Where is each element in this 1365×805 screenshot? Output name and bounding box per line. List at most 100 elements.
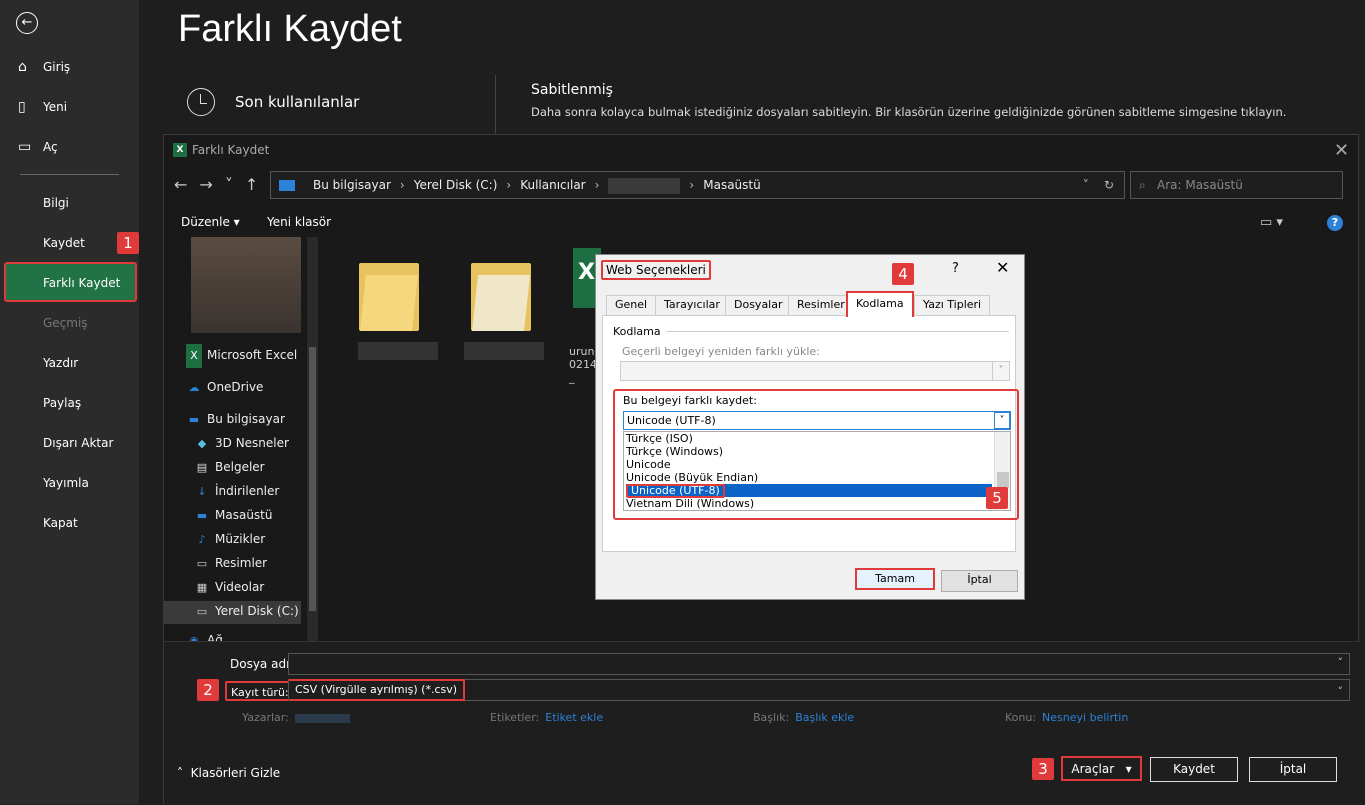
address-bar[interactable]: Bu bilgisayar › Yerel Disk (C:) › Kullanıcıl… xyxy=(270,171,1125,199)
backstage-nav: ← ⌂ Giriş ▯ Yeni ▭ Aç Bilgi Kaydet 1 Farklı… xyxy=(0,0,139,804)
tree-3d-objects[interactable]: ◆ 3D Nesneler xyxy=(194,431,289,455)
navigation-arrows[interactable]: ←→˅↑ xyxy=(174,175,270,194)
search-icon: ⌕ xyxy=(1139,178,1146,192)
list-item[interactable]: Unicode (Büyük Endian) xyxy=(626,471,992,484)
nav-info[interactable]: Bilgi xyxy=(0,186,139,220)
help-button[interactable]: ? xyxy=(952,261,959,276)
open-folder-icon: ▭ xyxy=(18,139,32,155)
chevron-down-icon: ˅ xyxy=(992,362,1009,380)
close-icon[interactable]: ✕ xyxy=(996,258,1009,277)
tab-encoding[interactable]: Kodlama xyxy=(846,291,914,317)
pinned-description: Daha sonra kolayca bulmak istediğiniz do… xyxy=(531,105,1287,119)
picture-icon: ▭ xyxy=(196,557,208,570)
nav-print[interactable]: Yazdır xyxy=(0,346,139,380)
chevron-down-icon[interactable]: ˅ xyxy=(994,412,1010,429)
nav-save-as[interactable]: Farklı Kaydet xyxy=(0,266,139,300)
list-item-selected[interactable]: Unicode (UTF-8) xyxy=(626,484,992,498)
ok-button[interactable]: Tamam xyxy=(855,568,935,590)
encoding-list[interactable]: Türkçe (ISO) Türkçe (Windows) Unicode Un… xyxy=(623,431,1011,511)
chevron-down-icon[interactable]: ˅ xyxy=(1338,682,1344,702)
organize-button[interactable]: Düzenle ▾ xyxy=(181,215,240,229)
save-as-label: Bu belgeyi farklı kaydet: xyxy=(623,394,757,407)
chevron-down-icon[interactable]: ˅ xyxy=(1338,656,1344,669)
tree-downloads[interactable]: ↓ İndirilenler xyxy=(194,479,279,503)
pinned-title: Sabitlenmiş xyxy=(531,82,613,98)
list-item[interactable]: Vietnam Dili (Windows) xyxy=(626,497,992,510)
tree-local-disk[interactable]: ▭ Yerel Disk (C:) xyxy=(194,599,299,623)
nav-open[interactable]: ▭ Aç xyxy=(0,130,139,164)
excel-icon: X xyxy=(186,344,202,368)
reload-label: Geçerli belgeyi yeniden farklı yükle: xyxy=(622,345,820,358)
web-options-dialog: Web Seçenekleri 4 ? ✕ Genel Tarayıcılar … xyxy=(595,254,1025,600)
back-arrow-icon[interactable]: ← xyxy=(16,12,38,34)
crumb-desktop[interactable]: Masaüstü xyxy=(703,178,760,192)
video-icon: ▦ xyxy=(196,581,208,594)
close-icon[interactable]: ✕ xyxy=(1334,140,1349,161)
nav-close[interactable]: Kapat xyxy=(0,506,139,540)
nav-export[interactable]: Dışarı Aktar xyxy=(0,426,139,460)
help-icon[interactable]: ? xyxy=(1327,215,1343,231)
redacted-author xyxy=(294,713,350,723)
cancel-button[interactable]: İptal xyxy=(941,570,1018,592)
meta-authors[interactable]: Yazarlar: xyxy=(242,711,350,724)
nav-publish[interactable]: Yayımla xyxy=(0,466,139,500)
tab-browsers[interactable]: Tarayıcılar xyxy=(655,295,729,315)
tree-videos[interactable]: ▦ Videolar xyxy=(194,575,264,599)
tab-fonts[interactable]: Yazı Tipleri xyxy=(914,295,991,315)
list-item[interactable]: Unicode xyxy=(626,458,992,471)
cloud-icon: ☁ xyxy=(188,381,200,394)
download-icon: ↓ xyxy=(197,485,207,498)
new-folder-button[interactable]: Yeni klasör xyxy=(267,215,331,229)
document-icon: ▤ xyxy=(196,461,208,474)
crumb-this-pc[interactable]: Bu bilgisayar xyxy=(313,178,391,192)
save-button[interactable]: Kaydet xyxy=(1150,757,1238,782)
folder-item[interactable] xyxy=(359,253,419,331)
nav-home[interactable]: ⌂ Giriş xyxy=(0,50,139,84)
tree-onedrive[interactable]: ☁ OneDrive xyxy=(186,375,264,399)
search-input[interactable]: ⌕ Ara: Masaüstü xyxy=(1130,171,1343,199)
recent-locations[interactable]: Son kullanılanlar xyxy=(235,93,359,111)
computer-icon: ▬ xyxy=(188,413,200,426)
tree-scrollbar[interactable] xyxy=(307,237,318,641)
save-encoding-group: Bu belgeyi farklı kaydet: Unicode (UTF-8… xyxy=(613,389,1019,520)
tab-files[interactable]: Dosyalar xyxy=(725,295,792,315)
hide-folders-button[interactable]: ˄ Klasörleri Gizle xyxy=(177,766,280,780)
folder-item[interactable] xyxy=(471,253,531,331)
tree-this-pc[interactable]: ▬ Bu bilgisayar xyxy=(186,407,285,431)
meta-title[interactable]: Başlık: Başlık ekle xyxy=(753,711,854,724)
cancel-button[interactable]: İptal xyxy=(1249,757,1337,782)
list-item[interactable]: Türkçe (ISO) xyxy=(626,432,992,445)
desktop-icon: ▬ xyxy=(196,509,208,522)
list-item[interactable]: Türkçe (Windows) xyxy=(626,445,992,458)
tab-pictures[interactable]: Resimler xyxy=(788,295,854,315)
file-name-label: urun 0214_ xyxy=(569,345,597,384)
encoding-panel: Kodlama Geçerli belgeyi yeniden farklı y… xyxy=(602,315,1019,552)
meta-tags[interactable]: Etiketler: Etiket ekle xyxy=(490,711,603,724)
file-type-select[interactable]: CSV (Virgülle ayrılmış) (*.csv) ˅ xyxy=(288,679,1350,701)
meta-subject[interactable]: Konu: Nesneyi belirtin xyxy=(1005,711,1128,724)
step-badge-3: 3 xyxy=(1032,758,1054,780)
nav-new[interactable]: ▯ Yeni xyxy=(0,90,139,124)
nav-divider xyxy=(20,174,119,175)
crumb-users[interactable]: Kullanıcılar xyxy=(520,178,585,192)
file-name-input[interactable]: ˅ xyxy=(288,653,1350,675)
tree-network[interactable]: ◉ Ağ xyxy=(186,629,223,641)
tree-desktop[interactable]: ▬ Masaüstü xyxy=(194,503,273,527)
file-type-value: CSV (Virgülle ayrılmış) (*.csv) xyxy=(289,679,466,701)
tree-microsoft-excel[interactable]: X Microsoft Excel xyxy=(186,343,297,368)
tab-general[interactable]: Genel xyxy=(606,295,657,315)
scrollbar-thumb[interactable] xyxy=(997,472,1009,488)
refresh-icon[interactable]: ˅ ↻ xyxy=(1083,172,1114,198)
view-options-icon[interactable]: ▭ ▾ xyxy=(1260,215,1283,230)
tools-button[interactable]: Araçlar ▾ xyxy=(1061,756,1142,781)
nav-share[interactable]: Paylaş xyxy=(0,386,139,420)
computer-icon xyxy=(279,180,295,191)
encoding-select[interactable]: Unicode (UTF-8) ˅ xyxy=(623,411,1011,430)
crumb-local-disk[interactable]: Yerel Disk (C:) xyxy=(414,178,498,192)
reload-encoding-select: ˅ xyxy=(620,361,1010,381)
tree-pictures[interactable]: ▭ Resimler xyxy=(194,551,267,575)
tree-music[interactable]: ♪ Müzikler xyxy=(194,527,265,551)
tree-documents[interactable]: ▤ Belgeler xyxy=(194,455,265,479)
file-type-label: Kayıt türü: xyxy=(225,681,293,701)
scrollbar-thumb[interactable] xyxy=(309,347,316,611)
